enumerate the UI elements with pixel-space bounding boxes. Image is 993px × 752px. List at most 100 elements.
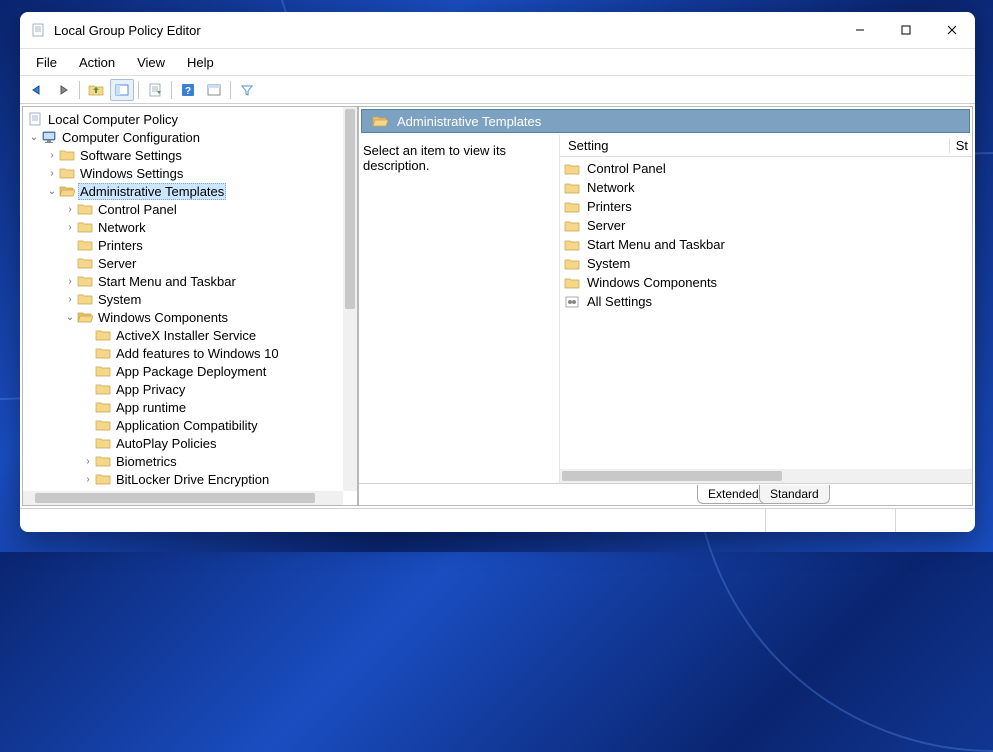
tree-admin-templates[interactable]: Administrative Templates bbox=[78, 183, 226, 200]
expander-icon[interactable]: ⌄ bbox=[27, 132, 41, 143]
expander-icon[interactable]: › bbox=[81, 474, 95, 485]
tree-win-components[interactable]: Windows Components bbox=[96, 310, 230, 325]
tree-pane: Local Computer Policy ⌄ Computer Configu… bbox=[22, 106, 358, 506]
properties-button[interactable] bbox=[202, 79, 226, 101]
tree-start-menu[interactable]: Start Menu and Taskbar bbox=[96, 274, 238, 289]
folder-open-icon bbox=[372, 114, 388, 128]
expander-icon[interactable]: › bbox=[63, 204, 77, 215]
expander-icon[interactable]: ⌄ bbox=[45, 186, 59, 197]
expander-icon[interactable]: › bbox=[45, 150, 59, 161]
tree-windows-settings[interactable]: Windows Settings bbox=[78, 166, 185, 181]
detail-tabs: Extended Standard bbox=[359, 483, 972, 505]
detail-header: Administrative Templates bbox=[361, 109, 970, 133]
tree-network[interactable]: Network bbox=[96, 220, 148, 235]
folder-icon bbox=[95, 400, 111, 414]
tree-software-settings[interactable]: Software Settings bbox=[78, 148, 184, 163]
tree-add-features[interactable]: Add features to Windows 10 bbox=[114, 346, 281, 361]
tree-biometrics[interactable]: Biometrics bbox=[114, 454, 179, 469]
folder-icon bbox=[564, 181, 580, 195]
detail-title: Administrative Templates bbox=[397, 114, 541, 129]
expander-icon[interactable]: › bbox=[63, 222, 77, 233]
settings-icon bbox=[564, 295, 580, 309]
tree-hscrollbar[interactable] bbox=[23, 491, 343, 505]
filter-button[interactable] bbox=[235, 79, 259, 101]
tree-control-panel[interactable]: Control Panel bbox=[96, 202, 179, 217]
folder-icon bbox=[564, 257, 580, 271]
tree-computer-config[interactable]: Computer Configuration bbox=[60, 130, 202, 145]
list-item-server[interactable]: Server bbox=[560, 216, 972, 235]
maximize-button[interactable] bbox=[883, 12, 929, 48]
folder-icon bbox=[59, 148, 75, 162]
expander-icon[interactable]: ⌄ bbox=[63, 312, 77, 323]
folder-icon bbox=[564, 276, 580, 290]
tree-bitlocker[interactable]: BitLocker Drive Encryption bbox=[114, 472, 271, 487]
menu-action[interactable]: Action bbox=[69, 53, 125, 72]
statusbar bbox=[20, 508, 975, 532]
tree-app-runtime[interactable]: App runtime bbox=[114, 400, 188, 415]
folder-icon bbox=[564, 162, 580, 176]
tree-autoplay[interactable]: AutoPlay Policies bbox=[114, 436, 218, 451]
menu-help[interactable]: Help bbox=[177, 53, 224, 72]
list-item-printers[interactable]: Printers bbox=[560, 197, 972, 216]
folder-icon bbox=[564, 200, 580, 214]
menubar: File Action View Help bbox=[20, 49, 975, 75]
doc-icon bbox=[27, 112, 43, 126]
titlebar: Local Group Policy Editor bbox=[20, 12, 975, 48]
tab-standard[interactable]: Standard bbox=[759, 485, 830, 504]
menu-file[interactable]: File bbox=[26, 53, 67, 72]
up-folder-button[interactable] bbox=[84, 79, 108, 101]
list-item-win-components[interactable]: Windows Components bbox=[560, 273, 972, 292]
folder-icon bbox=[95, 382, 111, 396]
forward-button[interactable] bbox=[51, 79, 75, 101]
expander-icon[interactable]: › bbox=[45, 168, 59, 179]
tree-app-compat[interactable]: Application Compatibility bbox=[114, 418, 260, 433]
close-button[interactable] bbox=[929, 12, 975, 48]
list-item-system[interactable]: System bbox=[560, 254, 972, 273]
detail-pane: Administrative Templates Select an item … bbox=[358, 106, 973, 506]
folder-icon bbox=[95, 418, 111, 432]
back-button[interactable] bbox=[25, 79, 49, 101]
export-button[interactable] bbox=[143, 79, 167, 101]
minimize-button[interactable] bbox=[837, 12, 883, 48]
folder-icon bbox=[95, 472, 111, 486]
folder-icon bbox=[95, 454, 111, 468]
toolbar: ? bbox=[20, 76, 975, 104]
list-item-network[interactable]: Network bbox=[560, 178, 972, 197]
tree-app-privacy[interactable]: App Privacy bbox=[114, 382, 187, 397]
gpedit-window: Local Group Policy Editor File Action Vi… bbox=[20, 12, 975, 532]
tree-printers[interactable]: Printers bbox=[96, 238, 145, 253]
tree-server[interactable]: Server bbox=[96, 256, 138, 271]
show-tree-button[interactable] bbox=[110, 79, 134, 101]
folder-open-icon bbox=[59, 184, 75, 198]
svg-text:?: ? bbox=[185, 86, 191, 97]
col-setting[interactable]: Setting bbox=[568, 138, 608, 153]
expander-icon[interactable]: › bbox=[81, 456, 95, 467]
folder-icon bbox=[77, 292, 93, 306]
folder-open-icon bbox=[77, 310, 93, 324]
expander-icon[interactable]: › bbox=[63, 294, 77, 305]
tree-activex[interactable]: ActiveX Installer Service bbox=[114, 328, 258, 343]
tree-system[interactable]: System bbox=[96, 292, 143, 307]
folder-icon bbox=[59, 166, 75, 180]
app-icon bbox=[30, 22, 46, 38]
folder-icon bbox=[77, 220, 93, 234]
folder-icon bbox=[95, 436, 111, 450]
folder-icon bbox=[95, 346, 111, 360]
list-hscrollbar[interactable] bbox=[560, 469, 972, 483]
menu-view[interactable]: View bbox=[127, 53, 175, 72]
list-item-start-menu[interactable]: Start Menu and Taskbar bbox=[560, 235, 972, 254]
window-title: Local Group Policy Editor bbox=[54, 23, 837, 38]
folder-icon bbox=[95, 364, 111, 378]
folder-icon bbox=[95, 328, 111, 342]
list-item-control-panel[interactable]: Control Panel bbox=[560, 159, 972, 178]
expander-icon[interactable]: › bbox=[63, 276, 77, 287]
help-button[interactable]: ? bbox=[176, 79, 200, 101]
tree-root[interactable]: Local Computer Policy bbox=[46, 112, 180, 127]
col-state[interactable]: St bbox=[949, 138, 968, 153]
list-header[interactable]: Setting St bbox=[560, 135, 972, 157]
folder-icon bbox=[77, 256, 93, 270]
tree-vscrollbar[interactable] bbox=[343, 107, 357, 491]
description-text: Select an item to view its description. bbox=[359, 135, 559, 483]
tree-app-pkg[interactable]: App Package Deployment bbox=[114, 364, 268, 379]
list-item-all-settings[interactable]: All Settings bbox=[560, 292, 972, 311]
